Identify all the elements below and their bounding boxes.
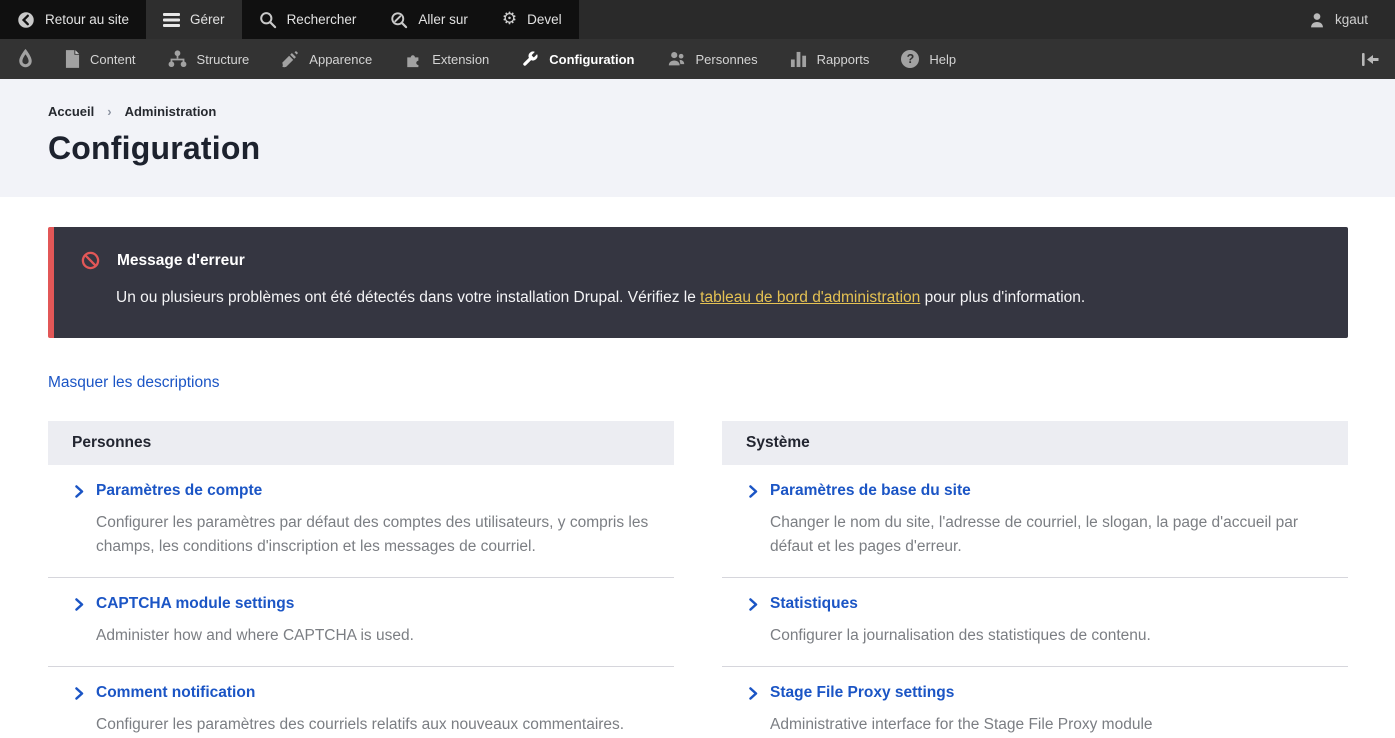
back-circle-icon (17, 11, 35, 29)
config-item-label: Paramètres de base du site (770, 482, 971, 500)
no-entry-icon (81, 251, 100, 270)
admin-item-content[interactable]: Content (49, 39, 152, 79)
panel-systeme: Système Paramètres de base du site Chang… (722, 421, 1348, 738)
admin-item-label: Extension (432, 52, 489, 67)
puzzle-icon (404, 50, 422, 68)
breadcrumb-home-link[interactable]: Accueil (48, 104, 94, 119)
toolbar-item-devel[interactable]: ⚙ Devel (485, 0, 579, 39)
admin-item-label: Configuration (549, 52, 634, 67)
admin-item-extend[interactable]: Extension (388, 39, 505, 79)
error-message-box: Message d'erreur Un ou plusieurs problèm… (48, 227, 1348, 338)
config-item-label: Comment notification (96, 684, 255, 702)
config-item-link[interactable]: Statistiques (749, 595, 1328, 613)
hamburger-icon (163, 13, 180, 27)
error-body-text: pour plus d'information. (920, 289, 1085, 306)
config-item-label: Stage File Proxy settings (770, 684, 954, 702)
toolbar-item-go-to[interactable]: Aller sur (373, 0, 485, 39)
hide-descriptions-link[interactable]: Masquer les descriptions (48, 374, 219, 392)
admin-item-label: Personnes (696, 52, 758, 67)
admin-item-label: Rapports (817, 52, 870, 67)
config-item-statistics: Statistiques Configurer la journalisatio… (722, 578, 1348, 667)
bar-chart-icon (790, 50, 807, 68)
error-body-text: Un ou plusieurs problèmes ont été détect… (116, 289, 700, 306)
sitemap-icon (168, 50, 187, 68)
config-item-label: Statistiques (770, 595, 858, 613)
config-item-comment-notification: Comment notification Configurer les para… (48, 667, 674, 738)
admin-dashboard-link[interactable]: tableau de bord d'administration (700, 289, 920, 306)
main-content: Message d'erreur Un ou plusieurs problèm… (0, 227, 1395, 738)
paintbrush-icon (281, 50, 299, 68)
config-item-account-settings: Paramètres de compte Configurer les para… (48, 465, 674, 578)
question-circle-icon: ? (901, 50, 919, 68)
user-menu[interactable]: kgaut (1281, 0, 1395, 39)
toolbar-top: Retour au site Gérer Rechercher Aller su… (0, 0, 1395, 39)
config-item-description: Configurer les paramètres des courriels … (96, 713, 654, 737)
toolbar-item-label: Rechercher (287, 12, 357, 27)
toolbar-item-label: Devel (527, 12, 562, 27)
config-item-description: Configurer la journalisation des statist… (770, 624, 1328, 648)
config-item-description: Changer le nom du site, l'adresse de cou… (770, 511, 1328, 559)
breadcrumb-separator: › (107, 104, 111, 119)
config-item-description: Configurer les paramètres par défaut des… (96, 511, 654, 559)
config-item-link[interactable]: Stage File Proxy settings (749, 684, 1328, 702)
admin-item-label: Content (90, 52, 136, 67)
toolbar-item-label: Aller sur (418, 12, 468, 27)
chevron-right-icon (75, 687, 84, 700)
admin-item-help[interactable]: ? Help (885, 39, 972, 79)
drupal-logo-icon[interactable] (0, 39, 49, 79)
admin-item-configuration[interactable]: Configuration (505, 39, 650, 79)
chevron-right-icon (749, 687, 758, 700)
config-item-description: Administer how and where CAPTCHA is used… (96, 624, 654, 648)
chevron-right-icon (75, 598, 84, 611)
toolbar-item-label: Gérer (190, 12, 225, 27)
page-header: Accueil › Administration Configuration (0, 79, 1395, 197)
config-item-stage-file-proxy: Stage File Proxy settings Administrative… (722, 667, 1348, 738)
panel-title: Personnes (48, 421, 674, 465)
error-message-body: Un ou plusieurs problèmes ont été détect… (116, 287, 1324, 309)
toolbar-admin: Content Structure Apparence Extension Co… (0, 39, 1395, 79)
config-item-captcha: CAPTCHA module settings Administer how a… (48, 578, 674, 667)
search-icon (259, 11, 277, 29)
config-item-link[interactable]: Comment notification (75, 684, 654, 702)
user-name: kgaut (1335, 12, 1368, 27)
admin-item-label: Apparence (309, 52, 372, 67)
toolbar-item-search[interactable]: Rechercher (242, 0, 374, 39)
file-icon (65, 50, 80, 68)
admin-item-appearance[interactable]: Apparence (265, 39, 388, 79)
toolbar-item-back-to-site[interactable]: Retour au site (0, 0, 146, 39)
toolbar-item-manage[interactable]: Gérer (146, 0, 242, 39)
people-icon (667, 50, 686, 68)
config-item-link[interactable]: Paramètres de base du site (749, 482, 1328, 500)
chevron-right-icon (75, 485, 84, 498)
toolbar-top-tabs: Retour au site Gérer Rechercher Aller su… (0, 0, 579, 39)
error-message-title: Message d'erreur (117, 252, 245, 270)
config-item-label: CAPTCHA module settings (96, 595, 294, 613)
chevron-right-icon (749, 485, 758, 498)
admin-item-label: Help (929, 52, 956, 67)
chevron-right-icon (749, 598, 758, 611)
page-title: Configuration (48, 130, 1347, 167)
admin-item-reports[interactable]: Rapports (774, 39, 886, 79)
panel-personnes: Personnes Paramètres de compte Configure… (48, 421, 674, 738)
goto-magnifier-pencil-icon (390, 11, 408, 29)
collapse-toolbar-icon[interactable] (1346, 39, 1395, 79)
toolbar-top-spacer (579, 0, 1281, 39)
config-item-basic-site-settings: Paramètres de base du site Changer le no… (722, 465, 1348, 578)
error-message-header: Message d'erreur (81, 251, 1324, 270)
config-item-label: Paramètres de compte (96, 482, 262, 500)
config-item-link[interactable]: CAPTCHA module settings (75, 595, 654, 613)
config-panels: Personnes Paramètres de compte Configure… (48, 421, 1348, 738)
panel-title: Système (722, 421, 1348, 465)
admin-item-label: Structure (197, 52, 250, 67)
wrench-icon (521, 50, 539, 68)
config-item-link[interactable]: Paramètres de compte (75, 482, 654, 500)
admin-item-structure[interactable]: Structure (152, 39, 266, 79)
gear-icon: ⚙ (502, 11, 517, 28)
user-icon (1308, 11, 1326, 29)
admin-item-people[interactable]: Personnes (651, 39, 774, 79)
toolbar-item-label: Retour au site (45, 12, 129, 27)
breadcrumb-current-link[interactable]: Administration (125, 104, 217, 119)
breadcrumb: Accueil › Administration (48, 104, 1347, 119)
config-item-description: Administrative interface for the Stage F… (770, 713, 1328, 737)
